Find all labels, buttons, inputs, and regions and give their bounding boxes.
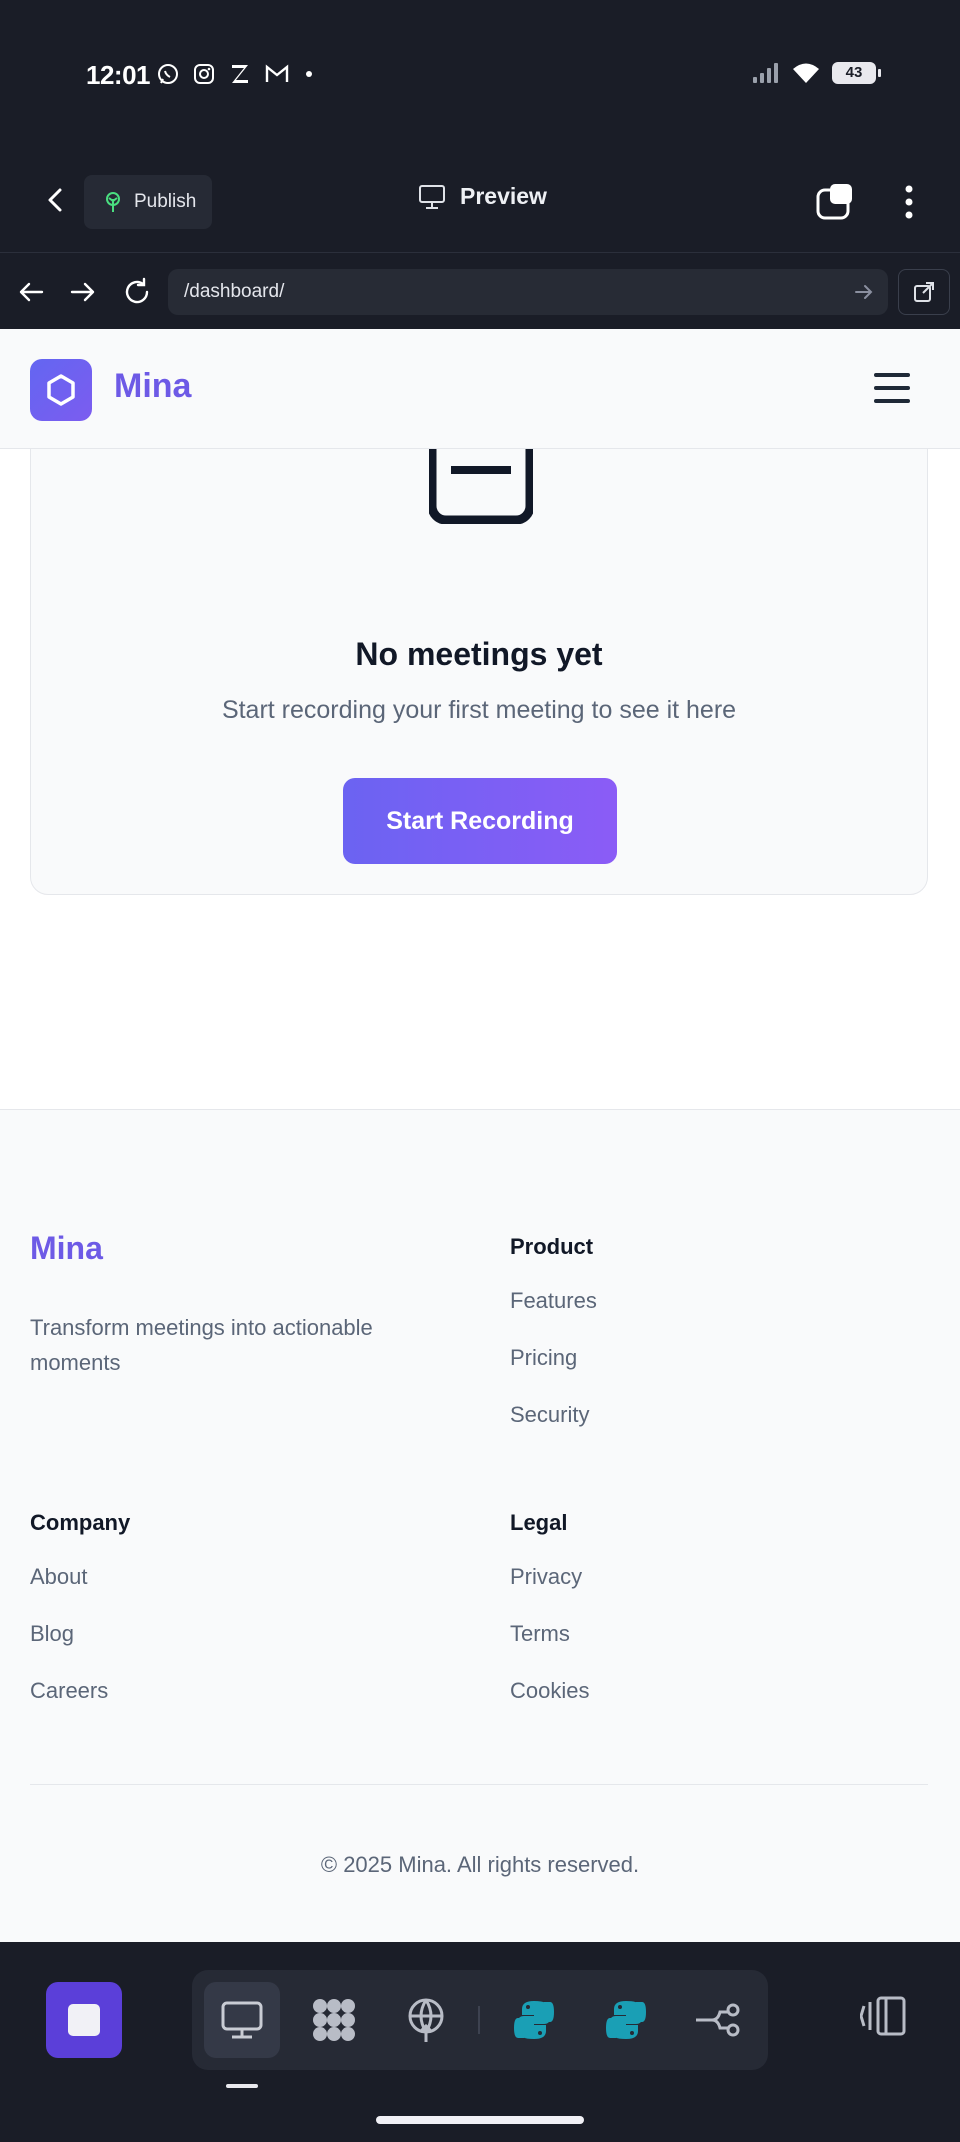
notification-icons [156, 62, 316, 86]
footer-heading: Company [30, 1510, 131, 1535]
panel-toggle-icon[interactable] [860, 1994, 908, 2038]
globe-icon[interactable] [388, 1982, 464, 2058]
reload-icon[interactable] [122, 277, 152, 307]
publish-button[interactable]: Publish [84, 175, 212, 229]
app-viewport: Mina No meetings yet Start recording you… [0, 329, 960, 1942]
battery-icon: 43 [832, 62, 881, 84]
branch-icon[interactable] [680, 1982, 756, 2058]
preview-label: Preview [460, 183, 547, 209]
tool-strip [192, 1970, 768, 2070]
start-recording-button[interactable]: Start Recording [343, 778, 617, 864]
footer-link-pricing[interactable]: Pricing [510, 1345, 597, 1371]
whatsapp-icon [158, 64, 178, 84]
copyright-text: © 2025 Mina. All rights reserved. [320, 1852, 640, 1877]
footer-link-cookies[interactable]: Cookies [510, 1678, 589, 1704]
python-icon[interactable] [496, 1982, 572, 2058]
dot-icon [306, 71, 312, 77]
wifi-icon [793, 63, 819, 83]
footer-heading: Product [510, 1234, 594, 1259]
go-arrow-icon[interactable] [854, 283, 874, 301]
menu-hamburger-icon[interactable] [874, 373, 910, 403]
footer-heading: Legal [510, 1510, 568, 1535]
footer-column-product: Product Features Pricing Security [510, 1234, 597, 1459]
app-header: Mina [0, 329, 960, 449]
editor-toolbar: Publish Preview [0, 150, 960, 250]
stop-button[interactable] [46, 1982, 122, 2058]
publish-label: Publish [134, 191, 197, 212]
url-input[interactable]: /dashboard/ [168, 269, 888, 315]
logo-badge[interactable] [30, 359, 92, 421]
footer: Mina Transform meetings into actionable … [0, 1109, 960, 1942]
footer-link-terms[interactable]: Terms [510, 1621, 589, 1647]
footer-link-blog[interactable]: Blog [30, 1621, 130, 1647]
signal-icon [753, 63, 778, 83]
nav-forward-icon[interactable] [68, 277, 98, 307]
footer-link-privacy[interactable]: Privacy [510, 1564, 589, 1590]
open-external-button[interactable] [898, 269, 950, 315]
footer-column-legal: Legal Privacy Terms Cookies [510, 1510, 589, 1735]
back-chevron-icon[interactable] [38, 182, 74, 218]
url-text: /dashboard/ [184, 281, 285, 302]
tool-separator [478, 2006, 480, 2034]
bottom-dock [0, 1942, 960, 2142]
status-time: 12:01 [86, 60, 151, 90]
external-link-icon [914, 282, 934, 302]
z-app-icon [232, 65, 248, 83]
tabs-icon[interactable] [814, 182, 856, 222]
url-bar: /dashboard/ [0, 252, 960, 329]
status-bar: 12:01 43 [0, 0, 960, 150]
publish-tree-icon [106, 192, 120, 212]
preview-toggle[interactable]: Preview [418, 183, 547, 210]
calendar-icon [429, 440, 533, 524]
monitor-icon [419, 184, 445, 209]
stop-square-icon [68, 2004, 100, 2036]
nav-back-icon[interactable] [16, 277, 46, 307]
more-options-icon[interactable] [904, 184, 914, 220]
system-status: 43 [752, 62, 881, 84]
brand-name[interactable]: Mina [114, 367, 191, 406]
footer-link-careers[interactable]: Careers [30, 1678, 130, 1704]
footer-divider [30, 1784, 928, 1785]
footer-brand: Mina [30, 1230, 103, 1266]
footer-tagline: Transform meetings into actionable momen… [30, 1315, 373, 1375]
instagram-icon [194, 64, 214, 84]
home-indicator [376, 2116, 584, 2124]
empty-state-card: No meetings yet Start recording your fir… [30, 389, 928, 895]
grid-blob-icon[interactable] [296, 1982, 372, 2058]
hexagon-logo-icon [47, 374, 75, 406]
footer-link-about[interactable]: About [30, 1564, 130, 1590]
empty-state-subtitle: Start recording your first meeting to se… [221, 696, 737, 724]
footer-link-security[interactable]: Security [510, 1402, 597, 1428]
gmail-icon [265, 64, 289, 82]
footer-column-company: Company About Blog Careers [30, 1510, 130, 1735]
empty-state-title: No meetings yet [355, 636, 603, 672]
python-icon[interactable] [588, 1982, 664, 2058]
active-tool-indicator [226, 2084, 258, 2088]
footer-link-features[interactable]: Features [510, 1288, 597, 1314]
desktop-icon[interactable] [204, 1982, 280, 2058]
